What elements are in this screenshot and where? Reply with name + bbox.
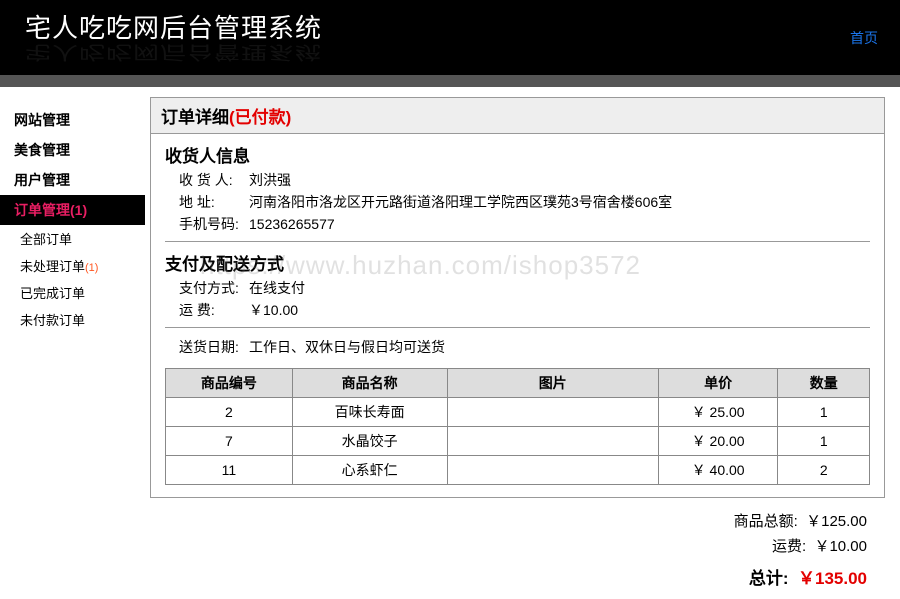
col-name: 商品名称 (292, 369, 447, 398)
pending-badge: (1) (85, 262, 98, 274)
table-header-row: 商品编号 商品名称 图片 单价 数量 (166, 369, 870, 398)
header-divider (0, 75, 900, 87)
cell-id: 11 (166, 456, 293, 485)
table-row: 7水晶饺子 ￥ 20.001 (166, 427, 870, 456)
cell-qty: 1 (778, 398, 870, 427)
table-row: 11心系虾仁 ￥ 40.002 (166, 456, 870, 485)
cell-price: ￥ 40.00 (658, 456, 778, 485)
col-id: 商品编号 (166, 369, 293, 398)
nav-order-management[interactable]: 订单管理(1) (0, 195, 145, 225)
cell-img (447, 456, 658, 485)
cell-price: ￥ 25.00 (658, 398, 778, 427)
table-row: 2百味长寿面 ￥ 25.001 (166, 398, 870, 427)
section-divider-2 (165, 327, 870, 328)
nav-user-management[interactable]: 用户管理 (0, 165, 145, 195)
app-header: 宅人吃吃网后台管理系统 宅人吃吃网后台管理系统 首页 (0, 0, 900, 75)
order-totals: 商品总额: ￥125.00 运费: ￥10.00 总计: ￥135.00 (150, 508, 885, 589)
cell-id: 7 (166, 427, 293, 456)
nav-site-management[interactable]: 网站管理 (0, 105, 145, 135)
home-link[interactable]: 首页 (850, 28, 878, 48)
cell-img (447, 398, 658, 427)
ship-date-row: 送货日期:工作日、双休日与假日均可送货 (165, 336, 870, 358)
order-status: (已付款) (229, 108, 291, 127)
order-items-table: 商品编号 商品名称 图片 单价 数量 2百味长寿面￥ 25.0017水晶饺子￥ … (165, 368, 870, 485)
grand-total-row: 总计: ￥135.00 (150, 564, 867, 589)
cell-qty: 1 (778, 427, 870, 456)
cell-name: 水晶饺子 (292, 427, 447, 456)
panel-title: 订单详细 (161, 108, 229, 127)
nav-order-label: 订单管理 (14, 202, 70, 218)
app-title-reflection: 宅人吃吃网后台管理系统 (25, 41, 900, 67)
pay-method-row: 支付方式:在线支付 (165, 277, 870, 299)
order-detail-panel: 订单详细(已付款) 收货人信息 收 货 人:刘洪强 地 址:河南洛阳市洛龙区开元… (150, 97, 885, 498)
nav-sub-pending-orders[interactable]: 未处理订单(1) (0, 252, 145, 279)
nav-order-count: (1) (70, 202, 87, 218)
main-content: 订单详细(已付款) 收货人信息 收 货 人:刘洪强 地 址:河南洛阳市洛龙区开元… (145, 87, 900, 599)
cell-name: 百味长寿面 (292, 398, 447, 427)
cell-price: ￥ 20.00 (658, 427, 778, 456)
cell-name: 心系虾仁 (292, 456, 447, 485)
recipient-addr-row: 地 址:河南洛阳市洛龙区开元路街道洛阳理工学院西区璞苑3号宿舍楼606室 (165, 191, 870, 213)
col-price: 单价 (658, 369, 778, 398)
cell-img (447, 427, 658, 456)
payship-section-title: 支付及配送方式 (165, 250, 870, 275)
nav-sub-completed-orders[interactable]: 已完成订单 (0, 279, 145, 306)
panel-header: 订单详细(已付款) (151, 98, 884, 134)
subtotal-row: 商品总额: ￥125.00 (150, 508, 867, 533)
cell-id: 2 (166, 398, 293, 427)
col-image: 图片 (447, 369, 658, 398)
app-title: 宅人吃吃网后台管理系统 (25, 0, 900, 45)
col-qty: 数量 (778, 369, 870, 398)
recipient-name-row: 收 货 人:刘洪强 (165, 169, 870, 191)
recipient-section-title: 收货人信息 (165, 142, 870, 167)
shipping-row: 运费: ￥10.00 (150, 533, 867, 558)
recipient-phone-row: 手机号码:15236265577 (165, 213, 870, 235)
section-divider (165, 241, 870, 242)
sidebar: 网站管理 美食管理 用户管理 订单管理(1) 全部订单 未处理订单(1) 已完成… (0, 87, 145, 599)
nav-sub-unpaid-orders[interactable]: 未付款订单 (0, 306, 145, 333)
ship-fee-row: 运 费:￥10.00 (165, 299, 870, 321)
nav-sub-all-orders[interactable]: 全部订单 (0, 225, 145, 252)
nav-food-management[interactable]: 美食管理 (0, 135, 145, 165)
cell-qty: 2 (778, 456, 870, 485)
